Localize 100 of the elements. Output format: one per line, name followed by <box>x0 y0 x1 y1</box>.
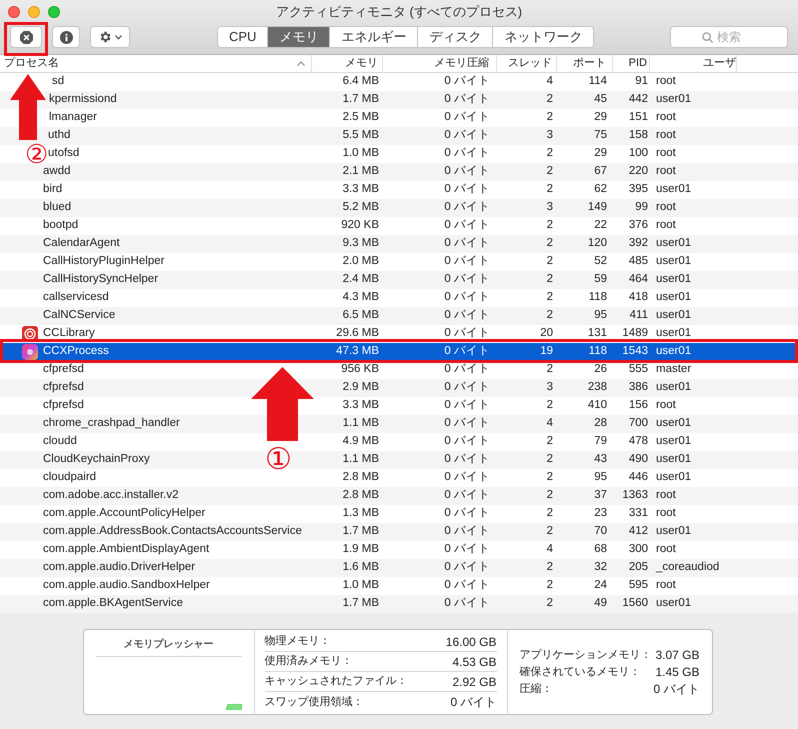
process-name: bird <box>43 182 62 198</box>
table-cell: 956 KB <box>341 363 379 376</box>
table-cell: 0 バイト <box>444 381 490 394</box>
close-window-button[interactable] <box>8 6 20 18</box>
column-header[interactable]: メモリ <box>345 55 378 72</box>
stat-value: 16.00 GB <box>446 634 496 650</box>
process-row[interactable]: kpermissiond 1.7 MB 0 バイト 2 45 442 user01 <box>0 91 798 109</box>
column-header[interactable]: メモリ圧縮 <box>434 55 489 72</box>
process-row[interactable]: CCXProcess 47.3 MB 0 バイト 19 118 1543 user01 <box>0 343 798 361</box>
process-row[interactable]: cfprefsd 2.9 MB 0 バイト 3 238 386 user01 <box>0 379 798 397</box>
table-cell: user01 <box>656 237 692 250</box>
process-name: com.apple.AccountPolicyHelper <box>43 506 206 522</box>
process-name: bootpd <box>43 218 78 234</box>
process-name: CCLibrary <box>43 326 95 342</box>
table-cell: 1363 <box>622 489 648 502</box>
info-button[interactable] <box>52 26 80 48</box>
column-header[interactable]: スレッド <box>508 55 552 72</box>
table-cell: 2 <box>546 291 553 304</box>
table-cell: user01 <box>656 273 692 286</box>
stop-process-button[interactable] <box>10 26 42 48</box>
column-header[interactable]: ユーザ <box>703 55 736 72</box>
table-cell: 2 <box>546 309 553 322</box>
process-row[interactable]: com.apple.BKAgentService 1.7 MB 0 バイト 2 49 1560 user01 <box>0 595 798 613</box>
table-cell: 1.0 MB <box>342 579 379 592</box>
table-cell: 0 バイト <box>444 345 490 358</box>
table-cell: 464 <box>628 273 648 286</box>
process-name: callservicesd <box>43 290 109 306</box>
table-cell: 3 <box>546 201 553 214</box>
table-cell: 43 <box>594 453 607 466</box>
table-cell: 0 バイト <box>444 579 490 592</box>
column-header[interactable]: ポート <box>573 55 606 72</box>
table-cell: 4 <box>546 543 553 556</box>
table-cell: 2 <box>546 111 553 124</box>
table-cell: 2 <box>546 561 553 574</box>
table-cell: user01 <box>656 471 692 484</box>
tab[interactable]: メモリ <box>267 27 330 47</box>
search-field[interactable]: 検索 <box>670 26 788 48</box>
process-name: cfprefsd <box>43 362 84 378</box>
table-cell: 2.4 MB <box>342 273 379 286</box>
process-row[interactable]: com.apple.audio.DriverHelper 1.6 MB 0 バイト 2 32 205 _coreaudiod <box>0 559 798 577</box>
table-cell: user01 <box>656 597 692 610</box>
column-header[interactable]: プロセス名 <box>4 55 59 72</box>
stat-value: 2.92 GB <box>452 674 496 690</box>
process-row[interactable]: CalendarAgent 9.3 MB 0 バイト 2 120 392 user01 <box>0 235 798 253</box>
process-row[interactable]: com.adobe.acc.installer.v2 2.8 MB 0 バイト 2 37 1363 root <box>0 487 798 505</box>
table-cell: 3 <box>546 129 553 142</box>
table-cell: 0 バイト <box>444 471 490 484</box>
table-cell: user01 <box>656 309 692 322</box>
process-name: com.apple.AmbientDisplayAgent <box>43 542 210 558</box>
table-cell: 114 <box>588 75 607 88</box>
stat-label: 物理メモリ： <box>264 634 330 650</box>
process-name: sd <box>52 74 64 90</box>
table-cell: 100 <box>628 147 648 160</box>
table-cell: 3 <box>546 381 553 394</box>
table-cell: master <box>656 363 692 376</box>
process-row[interactable]: chrome_crashpad_handler 1.1 MB 0 バイト 4 28 700 user01 <box>0 415 798 433</box>
process-name: com.adobe.acc.installer.v2 <box>43 488 179 504</box>
table-cell: root <box>656 579 676 592</box>
stat-value: 4.53 GB <box>452 654 496 670</box>
table-cell: 22 <box>594 219 607 232</box>
process-row[interactable]: CallHistorySyncHelper 2.4 MB 0 バイト 2 59 464 user01 <box>0 271 798 289</box>
table-cell: 3.3 MB <box>342 399 379 412</box>
process-row[interactable]: CalNCService 6.5 MB 0 バイト 2 95 411 user01 <box>0 307 798 325</box>
table-cell: 24 <box>594 579 607 592</box>
table-cell: 0 バイト <box>444 489 490 502</box>
tab[interactable]: ネットワーク <box>492 27 594 47</box>
table-cell: 0 バイト <box>444 219 490 232</box>
process-row[interactable]: com.apple.AddressBook.ContactsAccountsService 1.7 MB 0 バイト 2 70 412 user01 <box>0 523 798 541</box>
info-icon <box>60 30 72 44</box>
stat-label: 確保されているメモリ： <box>520 664 640 680</box>
table-cell: 4.9 MB <box>342 435 379 448</box>
table-cell: 3.3 MB <box>342 183 379 196</box>
settings-menu-button[interactable] <box>90 26 130 48</box>
table-cell: user01 <box>656 183 692 196</box>
column-header[interactable]: PID <box>628 55 647 72</box>
table-cell: 0 バイト <box>444 273 490 286</box>
close-icon <box>20 30 32 44</box>
gear-icon <box>98 30 112 44</box>
table-cell: 23 <box>594 507 607 520</box>
table-cell: 485 <box>628 255 648 268</box>
table-cell: 0 バイト <box>444 561 490 574</box>
process-row[interactable]: blued 5.2 MB 0 バイト 3 149 99 root <box>0 199 798 217</box>
table-cell: 395 <box>628 183 648 196</box>
table-cell: 376 <box>628 219 648 232</box>
table-cell: 0 バイト <box>444 93 490 106</box>
table-cell: 32 <box>594 561 607 574</box>
table-cell: 118 <box>588 291 607 304</box>
table-cell: 0 バイト <box>444 525 490 538</box>
process-row[interactable]: uthd 5.5 MB 0 バイト 3 75 158 root <box>0 127 798 145</box>
table-cell: 67 <box>594 165 607 178</box>
stat-value: 1.45 GB <box>655 664 700 681</box>
process-name: com.apple.audio.SandboxHelper <box>43 578 210 594</box>
table-cell: 4 <box>546 75 553 88</box>
table-cell: 4 <box>546 417 553 430</box>
process-name: cfprefsd <box>43 398 84 414</box>
process-row[interactable]: awdd 2.1 MB 0 バイト 2 67 220 root <box>0 163 798 181</box>
table-cell: 26 <box>594 363 607 376</box>
table-cell: 0 バイト <box>444 75 490 88</box>
table-cell: 1.1 MB <box>342 453 379 466</box>
table-cell: 1560 <box>622 597 648 610</box>
